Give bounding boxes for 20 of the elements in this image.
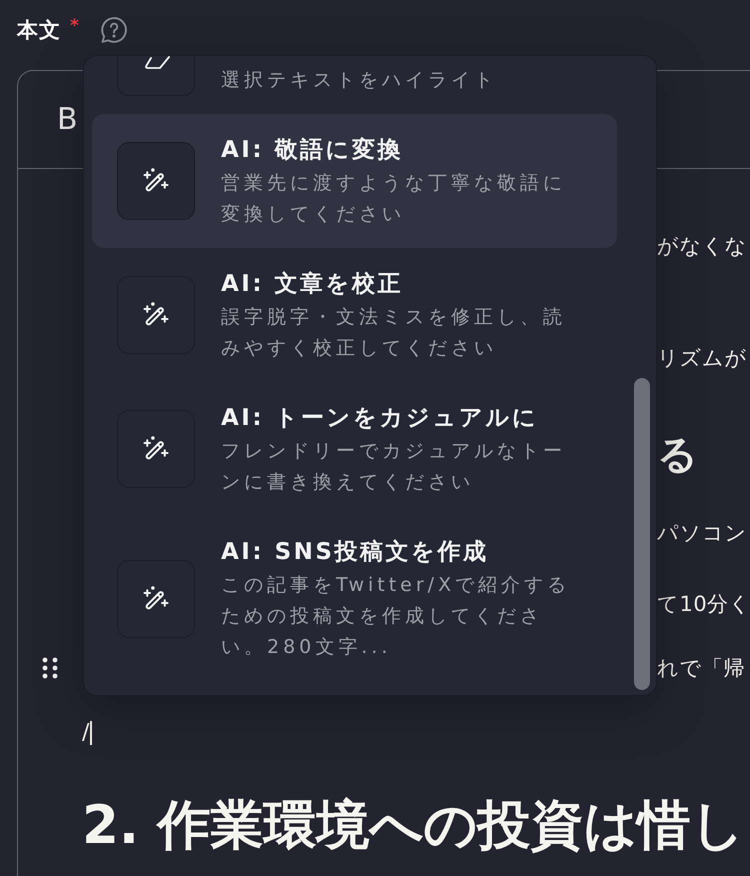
magic-wand-icon	[117, 410, 195, 488]
heading-text: る	[657, 431, 699, 480]
slash-command-text: /	[82, 719, 90, 747]
drag-handle-icon[interactable]	[42, 657, 58, 679]
editor-text: れで「帰	[657, 655, 746, 682]
scrollbar-thumb[interactable]	[634, 378, 650, 690]
magic-wand-icon	[117, 142, 195, 220]
editor-text: て10分く	[657, 591, 750, 618]
field-label: 本文	[17, 17, 61, 44]
magic-wand-icon	[117, 560, 195, 638]
bold-button[interactable]: B	[49, 98, 86, 142]
editor-text: リズムが	[657, 345, 748, 372]
magic-wand-icon	[117, 276, 195, 354]
heading-text: 2. 作業環境への投資は惜し	[82, 794, 746, 858]
text-cursor-icon	[90, 721, 92, 745]
editor-text: パソコン	[657, 520, 748, 547]
menu-item[interactable]: AI: 敬語に変換 営業先に渡すような丁寧な敬語に変換してください	[92, 114, 617, 248]
required-mark: *	[70, 16, 79, 36]
help-icon[interactable]	[98, 15, 129, 45]
editor-text: がなくな	[657, 233, 748, 260]
